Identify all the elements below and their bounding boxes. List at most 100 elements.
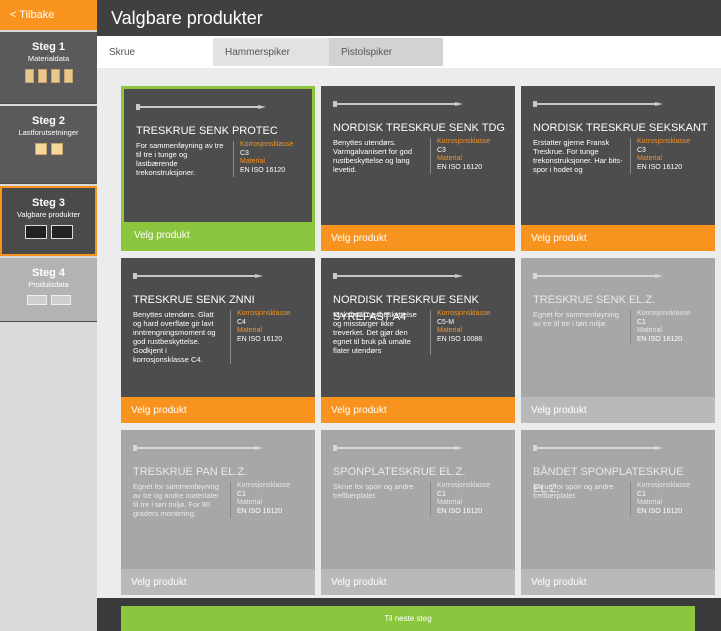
step-subtitle: Valgbare produkter [16,210,81,219]
spec-value: EN ISO 16120 [437,163,483,171]
tab-hammerspiker[interactable]: Hammerspiker [213,38,329,66]
spec-value: C3 [437,146,446,154]
product-specs: Korrosjonsklasse C1 Material EN ISO 16120 [231,482,290,518]
select-product-button[interactable]: Velg produkt [521,397,715,423]
sidebar-step-1[interactable]: Steg 1 Materialdata [0,32,97,104]
select-product-button[interactable]: Velg produkt [121,397,315,423]
select-product-button[interactable]: Velg produkt [121,569,315,595]
product-icons [2,225,95,239]
select-product-button[interactable]: Velg produkt [124,222,312,248]
product-card[interactable]: TRESKRUE SENK EL.Z. Egnet for sammenføyni… [521,258,715,423]
product-body: Benyttes utendørs. Varmgalvanisert for g… [333,138,513,174]
load-arrow-icon [34,143,47,155]
product-specs: Korrosjonsklasse C4 Material EN ISO 16120 [231,310,290,364]
screw-image [333,101,463,107]
spec-label: Korrosjonsklasse [637,138,691,145]
timber-icon [37,69,47,83]
product-description: Benyttes utendørs. Varmgalvanisert for g… [333,138,431,174]
screw-image [133,445,263,451]
product-description: Erstatter gjerne Fransk Treskrue. For tu… [533,138,631,174]
product-body: Maksimal rustbeskyttelse og misstarger i… [333,310,513,355]
product-card[interactable]: NORDISK TRESKRUE SENK TDG Benyttes utendø… [321,86,515,251]
screw-image [533,101,663,107]
productdata-icon [50,295,71,305]
product-title: TRESKRUE SENK PROTEC [136,125,278,137]
product-title: TRESKRUE SENK EL.Z. [533,294,656,306]
product-specs: Korrosjonsklasse C1 Material EN ISO 16120 [631,482,690,516]
product-tabs: Skrue Hammerspiker Pistolspiker [97,38,721,66]
spec-label: Material [437,499,462,506]
product-body: Benyttes utendørs. Glatt og hard overfla… [133,310,313,364]
product-card[interactable]: NORDISK TRESKRUE SEKSKANT Erstatter gjern… [521,86,715,251]
tab-pistolspiker[interactable]: Pistolspiker [329,38,443,66]
tab-skrue[interactable]: Skrue [97,38,213,66]
spec-value: EN ISO 16120 [237,507,283,515]
product-description: Skrue for spon og andre treflberplater. [533,482,631,516]
spec-label: Material [240,158,265,165]
spec-label: Korrosjonsklasse [237,482,291,489]
product-specs: Korrosjonsklasse C3 Material EN ISO 16120 [431,138,490,174]
spec-label: Material [637,499,662,506]
material-icons [0,69,97,83]
spec-label: Korrosjonsklasse [240,141,294,148]
spec-label: Korrosjonsklasse [637,310,691,317]
product-body: Skrue for spon og andre treflberplater. K… [533,482,713,516]
product-body: Egnet for sammenføyning av tre til tre i… [533,310,713,344]
select-product-button[interactable]: Velg produkt [321,397,515,423]
timber-icon [50,69,60,83]
step-title: Steg 1 [31,41,65,53]
product-description: For sammenføyning av tre til tre i tunge… [136,141,234,177]
step-title: Steg 4 [31,267,65,279]
product-description: Egnet for sammenføyning av tre og andre … [133,482,231,518]
product-card[interactable]: TRESKRUE PAN EL.Z. Egnet for sammenføynin… [121,430,315,595]
spec-value: C1 [637,490,646,498]
spec-value: C5-M [437,318,455,326]
productdata-icon [26,295,47,305]
spec-value: EN ISO 10088 [437,335,483,343]
select-product-button[interactable]: Velg produkt [321,225,515,251]
back-button[interactable]: < Tilbake [0,0,97,30]
step-title: Steg 3 [31,197,65,209]
spec-value: C4 [237,318,246,326]
step-title: Steg 2 [31,115,65,127]
spec-value: C1 [237,490,246,498]
product-specs: Korrosjonsklasse C1 Material EN ISO 16120 [431,482,490,516]
spec-value: C1 [437,490,446,498]
product-body: Egnet for sammenføyning av tre og andre … [133,482,313,518]
screw-image [133,273,263,279]
timber-icon [24,69,34,83]
product-card[interactable]: SPONPLATESKRUE EL.Z. Skrue for spon og an… [321,430,515,595]
screw-image [533,273,663,279]
product-body: Skrue for spon og andre treflberplater. K… [333,482,513,516]
product-specs: Korrosjonsklasse C1 Material EN ISO 16120 [631,310,690,344]
select-product-button[interactable]: Velg produkt [521,569,715,595]
spec-value: EN ISO 16120 [637,163,683,171]
step-subtitle: Lastforutsetninger [18,128,79,137]
screw-image [333,445,463,451]
select-product-button[interactable]: Velg produkt [321,569,515,595]
product-title: SPONPLATESKRUE EL.Z. [333,466,466,478]
page-title: Valgbare produkter [97,0,721,36]
spec-label: Material [437,155,462,162]
step-subtitle: Materialdata [27,54,70,63]
product-description: Skrue for spon og andre treflberplater. [333,482,431,516]
spec-label: Korrosjonsklasse [637,482,691,489]
next-step-button[interactable]: Til neste steg [121,606,695,631]
spec-value: EN ISO 16120 [637,335,683,343]
screw-image [533,445,663,451]
product-card[interactable]: TRESKRUE SENK PROTEC For sammenføyning av… [121,86,315,251]
spec-label: Korrosjonsklasse [237,310,291,317]
product-specs: Korrosjonsklasse C5-M Material EN ISO 10088 [431,310,490,355]
select-product-button[interactable]: Velg produkt [521,225,715,251]
product-title: TRESKRUE SENK ZNNI [133,294,255,306]
product-card[interactable]: NORDISK TRESKRUE SENK SYREFAST A4 Maksima… [321,258,515,423]
sidebar-step-3[interactable]: Steg 3 Valgbare produkter [0,186,97,256]
productdata-icons [0,295,97,305]
sidebar-step-2[interactable]: Steg 2 Lastforutsetninger [0,106,97,184]
product-description: Benyttes utendørs. Glatt og hard overfla… [133,310,231,364]
product-card[interactable]: BÅNDET SPONPLATESKRUE EL.Z. Skrue for spo… [521,430,715,595]
product-card[interactable]: TRESKRUE SENK ZNNI Benyttes utendørs. Gla… [121,258,315,423]
spec-value: EN ISO 16120 [240,166,286,174]
sidebar-step-4[interactable]: Steg 4 Produktdata [0,258,97,322]
spec-value: EN ISO 16120 [637,507,683,515]
